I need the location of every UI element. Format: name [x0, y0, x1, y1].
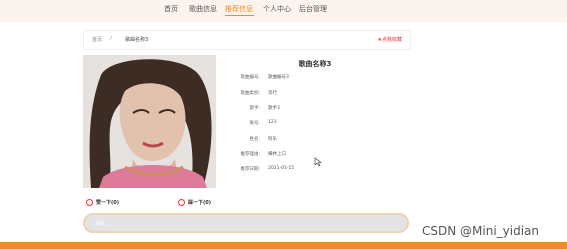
breadcrumb-separator: / — [110, 36, 112, 42]
account-label: 账号: — [249, 121, 260, 126]
breadcrumb: 首页 / 歌曲名称3 ★点我收藏 — [83, 30, 411, 50]
recommend-date-label: 推荐日期: — [240, 167, 260, 172]
downvote-label: 踩一下(0) — [188, 200, 212, 206]
name-label: 姓名: — [249, 137, 260, 142]
song-category-label: 歌曲类别: — [240, 91, 260, 96]
song-id-label: 歌曲编号: — [240, 75, 260, 80]
downvote-button[interactable]: 踩一下(0) — [178, 198, 238, 210]
watermark: CSDN @Mini_yidian — [422, 224, 539, 238]
account-value: 123 — [268, 120, 277, 125]
singer-label: 歌手: — [249, 106, 260, 111]
singer-photo-illustration — [83, 55, 216, 188]
recommend-date-value: 2021-01-15 — [268, 166, 295, 171]
upvote-button[interactable]: 赞一下(0) — [86, 198, 146, 210]
song-title: 歌曲名称3 — [298, 60, 332, 68]
song-category-value: 流行 — [268, 91, 277, 96]
footer-strip — [0, 242, 567, 249]
song-id-value: 歌曲编号3 — [268, 75, 289, 80]
nav-item-profile[interactable]: 个人中心 — [263, 4, 291, 14]
nav-item-admin[interactable]: 后台管理 — [299, 4, 327, 14]
name-value: 阿乐 — [268, 137, 277, 142]
smile-icon — [86, 199, 93, 206]
nav-item-recommend[interactable]: 推荐信息 — [225, 4, 253, 14]
comment-input[interactable]: 评论 — [83, 213, 409, 233]
comment-placeholder: 评论 — [95, 221, 106, 227]
favorite-button[interactable]: ★点我收藏 — [378, 36, 402, 43]
mouse-cursor-icon — [314, 157, 322, 167]
upvote-label: 赞一下(0) — [96, 200, 120, 206]
singer-value: 歌手3 — [268, 106, 280, 111]
recommend-reason-value: 横林上口 — [268, 152, 286, 157]
breadcrumb-home[interactable]: 首页 — [92, 36, 102, 43]
nav-item-songs[interactable]: 歌曲信息 — [189, 4, 217, 14]
singer-photo — [83, 55, 216, 188]
nav-item-home[interactable]: 首页 — [164, 4, 178, 14]
recommend-reason-label: 推荐理由: — [240, 152, 260, 157]
frown-icon — [178, 199, 185, 206]
active-nav-underline — [225, 15, 254, 16]
breadcrumb-current: 歌曲名称3 — [125, 37, 149, 43]
main-nav: 首页 歌曲信息 推荐信息 个人中心 后台管理 — [0, 0, 567, 22]
